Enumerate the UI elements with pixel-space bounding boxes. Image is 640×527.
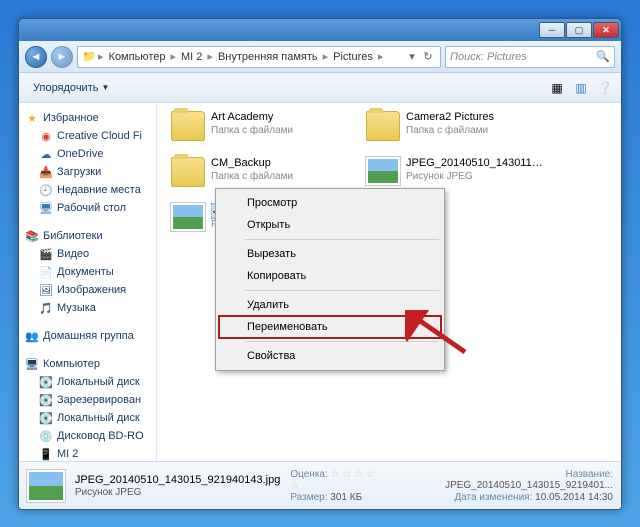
details-type: Рисунок JPEG xyxy=(75,487,281,498)
folder-icon xyxy=(171,111,205,141)
sidebar-item[interactable]: 🖼Изображения xyxy=(21,281,154,299)
sidebar-item[interactable]: 💽Зарезервирован xyxy=(21,391,154,409)
folder-item[interactable]: Art AcademyПапка с файлами xyxy=(167,107,357,145)
folder-item[interactable]: CM_BackupПапка с файлами xyxy=(167,153,357,191)
onedrive-icon: ☁ xyxy=(39,147,53,161)
disk-icon: 💽 xyxy=(39,411,53,425)
breadcrumb-item[interactable]: MI 2 xyxy=(178,51,205,63)
window-controls: ─ ▢ ✕ xyxy=(539,22,619,38)
ctx-cut[interactable]: Вырезать xyxy=(219,243,441,265)
images-icon: 🖼 xyxy=(39,283,53,297)
breadcrumb-item[interactable]: Внутренняя память xyxy=(215,51,321,63)
sidebar-item[interactable]: 🎬Видео xyxy=(21,245,154,263)
sidebar-item[interactable]: ☁OneDrive xyxy=(21,145,154,163)
disk-icon: 💽 xyxy=(39,393,53,407)
sidebar-item[interactable]: 🕘Недавние места xyxy=(21,181,154,199)
separator xyxy=(245,290,439,291)
details-thumbnail-icon xyxy=(27,470,65,502)
forward-button[interactable]: ► xyxy=(51,46,73,68)
favorites-header[interactable]: ★Избранное xyxy=(21,109,154,127)
history-dropdown-icon[interactable]: ▾ xyxy=(404,50,420,63)
folder-icon: 📁 xyxy=(82,50,96,64)
details-pane: JPEG_20140510_143015_921940143.jpg Рисун… xyxy=(19,461,621,509)
folder-icon xyxy=(366,111,400,141)
address-bar: ◄ ► 📁 ▸ Компьютер▸ MI 2▸ Внутренняя памя… xyxy=(19,41,621,73)
desktop-icon: 🖥 xyxy=(39,201,53,215)
star-icon: ★ xyxy=(25,111,39,125)
maximize-button[interactable]: ▢ xyxy=(566,22,592,38)
libraries-header[interactable]: 📚Библиотеки xyxy=(21,227,154,245)
homegroup-icon: 👥 xyxy=(25,329,39,343)
recent-icon: 🕘 xyxy=(39,183,53,197)
sidebar-item[interactable]: 📄Документы xyxy=(21,263,154,281)
ctx-properties[interactable]: Свойства xyxy=(219,345,441,367)
sidebar-item[interactable]: 🖥Рабочий стол xyxy=(21,199,154,217)
breadcrumb-item[interactable]: Компьютер xyxy=(106,51,169,63)
sidebar-item[interactable]: 📥Загрузки xyxy=(21,163,154,181)
computer-icon: 🖥 xyxy=(25,357,39,371)
minimize-button[interactable]: ─ xyxy=(539,22,565,38)
sidebar-item[interactable]: 💽Локальный диск xyxy=(21,409,154,427)
disk-icon: 💽 xyxy=(39,375,53,389)
breadcrumb[interactable]: 📁 ▸ Компьютер▸ MI 2▸ Внутренняя память▸ … xyxy=(77,46,441,68)
titlebar[interactable]: ─ ▢ ✕ xyxy=(19,19,621,41)
organize-button[interactable]: Упорядочить▼ xyxy=(27,79,115,97)
search-input[interactable]: Поиск: Pictures 🔍 xyxy=(445,46,615,68)
view-options-icon[interactable]: ▦ xyxy=(549,80,565,96)
image-thumbnail-icon xyxy=(171,203,205,231)
details-filename: JPEG_20140510_143015_921940143.jpg xyxy=(75,474,281,486)
image-item[interactable]: JPEG_20140510_143011_-1468319931.jpgРису… xyxy=(362,153,552,189)
folder-item[interactable]: Camera2 PicturesПапка с файлами xyxy=(362,107,552,145)
separator xyxy=(245,341,439,342)
breadcrumb-item[interactable]: Pictures xyxy=(330,51,376,63)
sidebar-item[interactable]: 💿Дисковод BD-RO xyxy=(21,427,154,445)
documents-icon: 📄 xyxy=(39,265,53,279)
computer-header[interactable]: 🖥Компьютер xyxy=(21,355,154,373)
toolbar: Упорядочить▼ ▦ ▥ ❔ xyxy=(19,73,621,103)
libraries-icon: 📚 xyxy=(25,229,39,243)
help-icon[interactable]: ❔ xyxy=(597,80,613,96)
folder-icon xyxy=(171,157,205,187)
ctx-copy[interactable]: Копировать xyxy=(219,265,441,287)
homegroup-header[interactable]: 👥Домашняя группа xyxy=(21,327,154,345)
navigation-pane: ★Избранное ◉Creative Cloud Fi ☁OneDrive … xyxy=(19,103,157,461)
refresh-icon[interactable]: ↻ xyxy=(420,50,436,63)
ctx-open[interactable]: Открыть xyxy=(219,214,441,236)
context-menu: Просмотр Открыть Вырезать Копировать Уда… xyxy=(215,188,445,371)
sidebar-item[interactable]: 💽Локальный диск xyxy=(21,373,154,391)
video-icon: 🎬 xyxy=(39,247,53,261)
ctx-rename[interactable]: Переименовать xyxy=(219,316,441,338)
sidebar-item[interactable]: 🎵Музыка xyxy=(21,299,154,317)
preview-pane-icon[interactable]: ▥ xyxy=(573,80,589,96)
separator xyxy=(245,239,439,240)
back-button[interactable]: ◄ xyxy=(25,46,47,68)
ctx-delete[interactable]: Удалить xyxy=(219,294,441,316)
cc-icon: ◉ xyxy=(39,129,53,143)
device-icon: 📱 xyxy=(39,447,53,461)
sidebar-item[interactable]: ◉Creative Cloud Fi xyxy=(21,127,154,145)
ctx-view[interactable]: Просмотр xyxy=(219,192,441,214)
image-thumbnail-icon xyxy=(366,157,400,185)
downloads-icon: 📥 xyxy=(39,165,53,179)
close-button[interactable]: ✕ xyxy=(593,22,619,38)
search-placeholder: Поиск: Pictures xyxy=(450,51,527,63)
bd-icon: 💿 xyxy=(39,429,53,443)
sidebar-item[interactable]: 📱MI 2 xyxy=(21,445,154,461)
search-icon[interactable]: 🔍 xyxy=(596,50,610,63)
music-icon: 🎵 xyxy=(39,301,53,315)
